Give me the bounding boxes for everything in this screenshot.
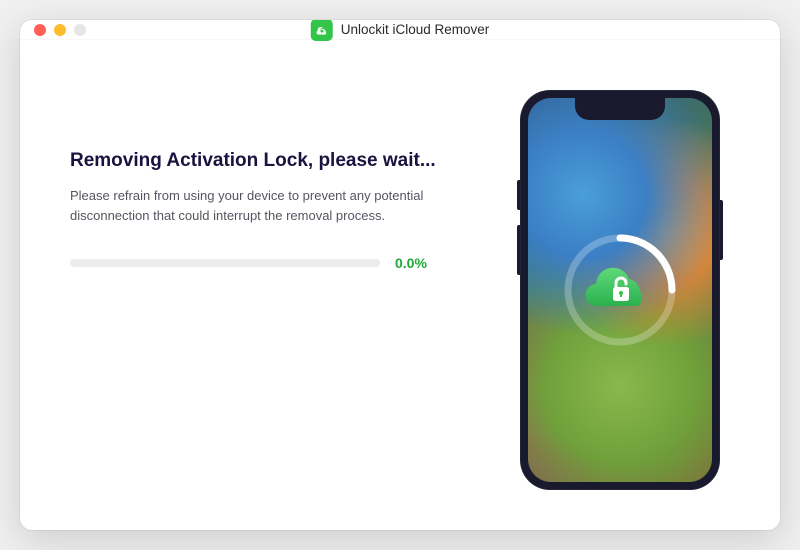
app-title: Unlockit iCloud Remover [341, 22, 490, 37]
status-description: Please refrain from using your device to… [70, 186, 430, 225]
title-center: Unlockit iCloud Remover [311, 20, 490, 41]
phone-side-button [720, 200, 723, 260]
progress-row: 0.0% [70, 255, 470, 271]
phone-notch [575, 98, 665, 120]
app-icon [311, 20, 333, 41]
cloud-unlock-icon [315, 23, 329, 37]
maximize-button[interactable] [74, 24, 86, 36]
progress-percent: 0.0% [395, 255, 427, 271]
status-heading: Removing Activation Lock, please wait... [70, 150, 470, 172]
phone-screen [528, 98, 712, 482]
progress-bar [70, 259, 380, 267]
cloud-unlock-icon [585, 265, 655, 315]
content-area: Removing Activation Lock, please wait...… [20, 40, 780, 530]
close-button[interactable] [34, 24, 46, 36]
titlebar: Unlockit iCloud Remover [20, 20, 780, 40]
right-panel [500, 90, 740, 490]
minimize-button[interactable] [54, 24, 66, 36]
window-controls [34, 24, 86, 36]
device-mockup [520, 90, 720, 490]
left-panel: Removing Activation Lock, please wait...… [70, 90, 470, 490]
app-window: Unlockit iCloud Remover Removing Activat… [20, 20, 780, 530]
spinner-wrap [560, 230, 680, 350]
